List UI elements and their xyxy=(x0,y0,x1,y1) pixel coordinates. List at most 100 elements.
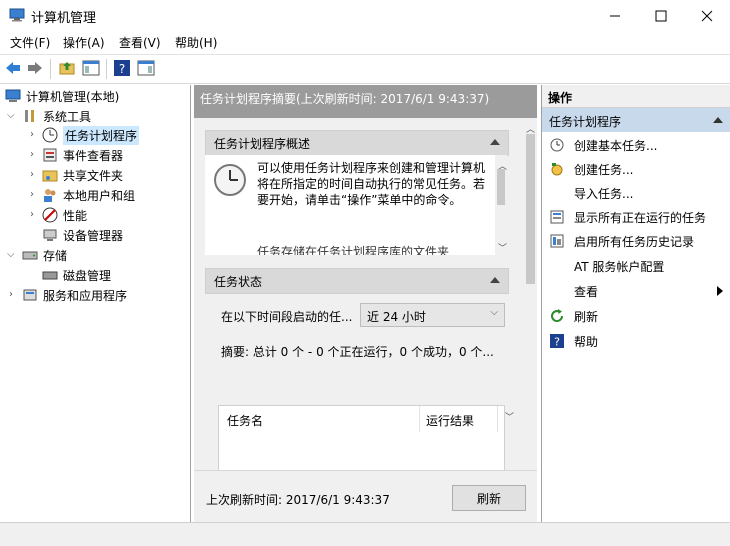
svg-text:?: ? xyxy=(554,336,560,349)
action-at-service-config[interactable]: AT 服务帐户配置 xyxy=(542,254,730,278)
action-help[interactable]: ? 帮助 xyxy=(542,329,730,353)
history-icon xyxy=(550,234,564,248)
device-manager-icon xyxy=(43,229,57,241)
tree-item-shared-folders[interactable]: 共享文件夹 xyxy=(42,165,123,185)
period-label: 在以下时间段启动的任... xyxy=(221,310,353,324)
actions-title: 操作 xyxy=(548,91,573,105)
clock-icon xyxy=(214,164,246,196)
tree-item-device-manager[interactable]: 设备管理器 xyxy=(42,225,123,245)
action-enable-history[interactable]: 启用所有任务历史记录 xyxy=(542,229,730,253)
actions-group-header[interactable]: 任务计划程序 xyxy=(542,108,730,132)
scroll-down-icon[interactable]: ﹀ xyxy=(498,241,507,254)
overview-section-header[interactable]: 任务计划程序概述 xyxy=(205,130,509,156)
computer-management-icon xyxy=(9,8,25,22)
action-import-task[interactable]: 导入任务... xyxy=(542,181,730,205)
action-create-task[interactable]: 创建任务... xyxy=(542,157,730,181)
chevron-right-icon[interactable]: › xyxy=(30,169,34,180)
navigation-tree: 计算机管理(本地) ⌵ 系统工具 › 任务计划程序 › 事件查看器 › 共享文件… xyxy=(0,85,191,522)
show-hide-tree-icon[interactable] xyxy=(82,59,100,77)
tree-item-task-scheduler[interactable]: 任务计划程序 xyxy=(42,125,140,145)
help-icon: ? xyxy=(550,334,564,349)
center-header: 任务计划程序摘要(上次刷新时间: 2017/6/1 9:43:37) xyxy=(194,85,537,118)
menu-view[interactable]: 查看(V) xyxy=(119,34,161,51)
storage-icon xyxy=(22,251,38,260)
up-folder-icon[interactable] xyxy=(58,59,76,77)
tools-icon xyxy=(25,110,34,122)
maximize-icon xyxy=(655,10,667,21)
chevron-right-icon[interactable]: › xyxy=(9,289,13,300)
actions-pane: 操作 任务计划程序 创建基本任务... 创建任务... 导入任务... 显示所有… xyxy=(541,85,730,522)
help-icon[interactable]: ? xyxy=(113,59,131,77)
create-basic-task-icon xyxy=(550,138,564,152)
refresh-icon xyxy=(551,309,564,323)
tree-item-storage[interactable]: 存储 xyxy=(22,245,67,265)
overview-text: 可以使用任务计划程序来创建和管理计算机将在所指定的时间自动执行的常见任务。若要开… xyxy=(257,161,486,207)
clock-icon xyxy=(42,127,58,143)
column-header-task-name[interactable]: 任务名 xyxy=(227,412,263,429)
shared-folder-icon xyxy=(42,170,58,182)
window-title: 计算机管理 xyxy=(31,11,97,26)
overview-scrollbar[interactable]: ︿ ﹀ xyxy=(495,155,507,255)
menu-action[interactable]: 操作(A) xyxy=(63,34,105,51)
scroll-down-icon[interactable]: ﹀ xyxy=(505,410,514,423)
period-select[interactable]: 近 24 小时 ⌵ xyxy=(360,303,505,327)
collapse-icon[interactable] xyxy=(713,117,723,123)
event-viewer-icon xyxy=(43,148,57,162)
close-icon xyxy=(701,10,713,21)
minimize-icon xyxy=(610,15,620,16)
action-refresh[interactable]: 刷新 xyxy=(542,304,730,328)
task-summary: 摘要: 总计 0 个 - 0 个正在运行，0 个成功，0 个... xyxy=(221,345,494,359)
forward-arrow-icon[interactable] xyxy=(26,59,44,77)
tree-item-performance[interactable]: 性能 xyxy=(42,205,87,225)
chevron-right-icon[interactable]: › xyxy=(30,189,34,200)
actions-group-title: 任务计划程序 xyxy=(549,115,622,129)
running-tasks-icon xyxy=(550,210,564,224)
center-pane: 任务计划程序摘要(上次刷新时间: 2017/6/1 9:43:37) 任务计划程… xyxy=(194,85,537,524)
column-header-result[interactable]: 运行结果 xyxy=(426,412,474,429)
task-status-title: 任务状态 xyxy=(214,275,263,289)
menu-file[interactable]: 文件(F) xyxy=(10,34,50,51)
action-show-running-tasks[interactable]: 显示所有正在运行的任务 xyxy=(542,205,730,229)
toolbar-separator xyxy=(106,59,107,79)
menu-help[interactable]: 帮助(H) xyxy=(175,34,217,51)
overview-title: 任务计划程序概述 xyxy=(214,137,311,151)
performance-icon xyxy=(42,207,58,223)
tree-item-disk-management[interactable]: 磁盘管理 xyxy=(42,265,111,285)
show-hide-action-pane-icon[interactable] xyxy=(137,59,155,77)
chevron-right-icon[interactable]: › xyxy=(30,149,34,160)
scroll-thumb[interactable] xyxy=(526,134,535,284)
maximize-button[interactable] xyxy=(638,0,684,31)
computer-management-icon xyxy=(5,89,21,102)
tree-item-local-users[interactable]: 本地用户和组 xyxy=(42,185,135,205)
title-bar: 计算机管理 xyxy=(0,0,730,31)
minimize-button[interactable] xyxy=(592,0,638,31)
refresh-button[interactable]: 刷新 xyxy=(452,485,526,511)
tree-item-root[interactable]: 计算机管理(本地) xyxy=(5,86,119,106)
collapse-icon[interactable] xyxy=(490,277,500,283)
action-view[interactable]: 查看 xyxy=(542,279,730,303)
status-bar xyxy=(0,522,730,546)
center-scrollbar[interactable]: ︿ xyxy=(524,118,537,522)
svg-text:?: ? xyxy=(119,62,125,76)
tree-item-system-tools[interactable]: 系统工具 xyxy=(22,106,91,126)
chevron-right-icon[interactable]: › xyxy=(30,129,34,140)
task-status-section-header[interactable]: 任务状态 xyxy=(205,268,509,294)
refresh-bar: 上次刷新时间: 2017/6/1 9:43:37 刷新 xyxy=(194,470,537,523)
tree-item-services-apps[interactable]: 服务和应用程序 xyxy=(22,285,127,305)
toolbar-separator xyxy=(50,59,51,79)
tree-item-event-viewer[interactable]: 事件查看器 xyxy=(42,145,123,165)
period-value: 近 24 小时 xyxy=(367,310,426,324)
actions-header: 操作 xyxy=(542,85,730,108)
collapse-icon[interactable] xyxy=(490,139,500,145)
services-icon xyxy=(23,289,37,301)
chevron-down-icon[interactable]: ⌵ xyxy=(7,110,15,121)
overview-panel: 可以使用任务计划程序来创建和管理计算机将在所指定的时间自动执行的常见任务。若要开… xyxy=(205,155,507,255)
overview-text-more: 任务存储在任务计划程序库的文件夹 xyxy=(257,245,450,255)
chevron-down-icon[interactable]: ⌵ xyxy=(7,249,15,260)
scroll-thumb[interactable] xyxy=(497,169,505,205)
close-button[interactable] xyxy=(684,0,730,31)
back-arrow-icon[interactable] xyxy=(4,59,22,77)
column-divider xyxy=(497,406,498,432)
action-create-basic-task[interactable]: 创建基本任务... xyxy=(542,133,730,157)
chevron-right-icon[interactable]: › xyxy=(30,209,34,220)
